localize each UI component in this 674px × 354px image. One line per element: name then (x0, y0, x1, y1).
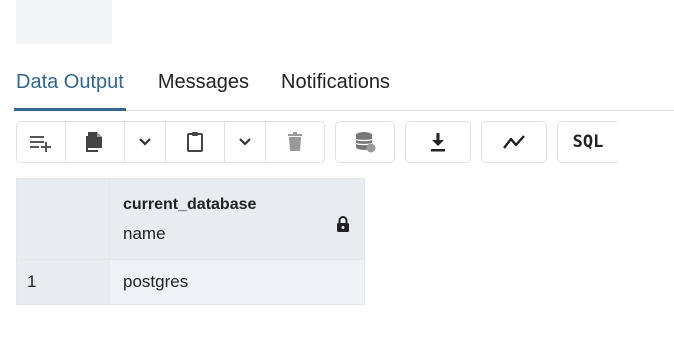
editor-tab-stub (16, 0, 112, 44)
graph-button-group (481, 121, 547, 163)
copy-icon (86, 132, 102, 152)
column-type: name (123, 224, 166, 243)
table-cell[interactable]: postgres (109, 259, 365, 305)
graph-visualiser-button[interactable] (482, 122, 546, 162)
delete-button[interactable] (266, 122, 324, 162)
row-number-header[interactable] (16, 178, 110, 260)
delete-icon (288, 132, 302, 151)
save-data-button[interactable] (336, 122, 394, 162)
lock-icon (337, 216, 349, 232)
download-button-group (405, 121, 471, 163)
result-tabs: Data Output Messages Notifications (14, 44, 674, 111)
download-icon (431, 133, 445, 152)
chevron-down-icon (139, 138, 151, 146)
tab-data-output[interactable]: Data Output (14, 72, 126, 111)
sql-icon: SQL (572, 132, 604, 152)
chevron-down-icon (239, 138, 251, 146)
data-output-toolbar: SQL (16, 112, 674, 172)
save-button-group (335, 121, 395, 163)
save-data-icon (355, 132, 376, 153)
edit-button-group (16, 121, 325, 163)
copy-options-button[interactable] (125, 122, 166, 162)
column-name: current_database (123, 196, 257, 213)
sql-button-group: SQL (557, 121, 618, 163)
add-row-button[interactable] (17, 122, 66, 162)
row-number[interactable]: 1 (16, 259, 110, 305)
tab-messages[interactable]: Messages (158, 72, 249, 110)
paste-button[interactable] (166, 122, 225, 162)
add-row-icon (30, 136, 51, 152)
download-button[interactable] (406, 122, 470, 162)
sql-button[interactable]: SQL (558, 122, 618, 162)
table-row[interactable]: 1 postgres (16, 259, 365, 305)
paste-options-button[interactable] (225, 122, 266, 162)
copy-button[interactable] (66, 122, 125, 162)
grid-header-row: current_database name (16, 178, 365, 260)
result-grid: current_database name 1 postgres (16, 178, 365, 305)
graph-icon (503, 135, 525, 149)
column-header-current-database[interactable]: current_database name (109, 178, 365, 260)
paste-icon (187, 132, 203, 152)
tab-notifications[interactable]: Notifications (281, 72, 390, 110)
